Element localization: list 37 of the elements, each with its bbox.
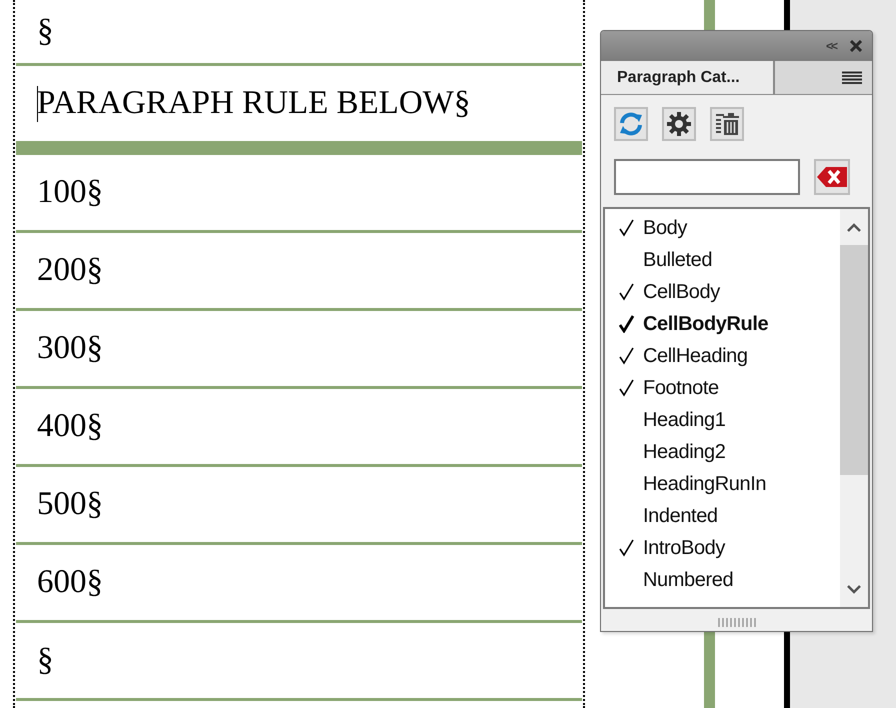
style-list-item[interactable]: Heading2 [643, 440, 726, 464]
search-field[interactable] [614, 159, 800, 195]
close-icon[interactable] [850, 40, 862, 52]
paragraph-text: 600§ [37, 564, 103, 601]
scroll-down-icon[interactable] [847, 584, 861, 594]
scroll-up-icon[interactable] [847, 222, 861, 232]
menu-icon[interactable] [842, 71, 862, 84]
style-list-item[interactable]: CellBodyRule [643, 312, 768, 336]
clear-button[interactable] [814, 159, 850, 195]
paragraph-text: § [37, 642, 54, 679]
style-list-item[interactable]: IntroBody [643, 536, 726, 560]
style-list-item[interactable]: CellHeading [643, 344, 748, 368]
settings-button[interactable] [662, 107, 696, 141]
paragraph-text: 100§ [37, 174, 103, 211]
style-list-item[interactable]: Bulleted [643, 248, 712, 272]
paragraph-text: § [37, 13, 54, 50]
gear-icon [666, 111, 692, 137]
resize-grip-icon[interactable] [718, 618, 756, 626]
paragraph-text: 500§ [37, 486, 103, 523]
style-list-item[interactable]: Indented [643, 504, 718, 528]
style-list-item[interactable]: Heading1 [643, 408, 726, 432]
trash-list-icon [714, 111, 740, 137]
clear-icon [817, 166, 847, 188]
paragraph-text: 400§ [37, 408, 103, 445]
paragraph-text: PARAGRAPH RULE BELOW§ [37, 85, 470, 122]
refresh-button[interactable] [614, 107, 648, 141]
paragraph-text: 300§ [37, 330, 103, 367]
style-list-item[interactable]: Numbered [643, 568, 734, 592]
style-list-item[interactable]: CellBody [643, 280, 720, 304]
paragraph-text: 200§ [37, 252, 103, 289]
style-list-item[interactable]: Body [643, 216, 687, 240]
scrollbar-thumb[interactable] [840, 245, 868, 475]
refresh-icon [618, 111, 644, 137]
delete-button[interactable] [710, 107, 744, 141]
style-list-item[interactable]: HeadingRunIn [643, 472, 766, 496]
panel-tab[interactable]: Paragraph Cat... [601, 61, 775, 94]
style-list-item[interactable]: Footnote [643, 376, 719, 400]
